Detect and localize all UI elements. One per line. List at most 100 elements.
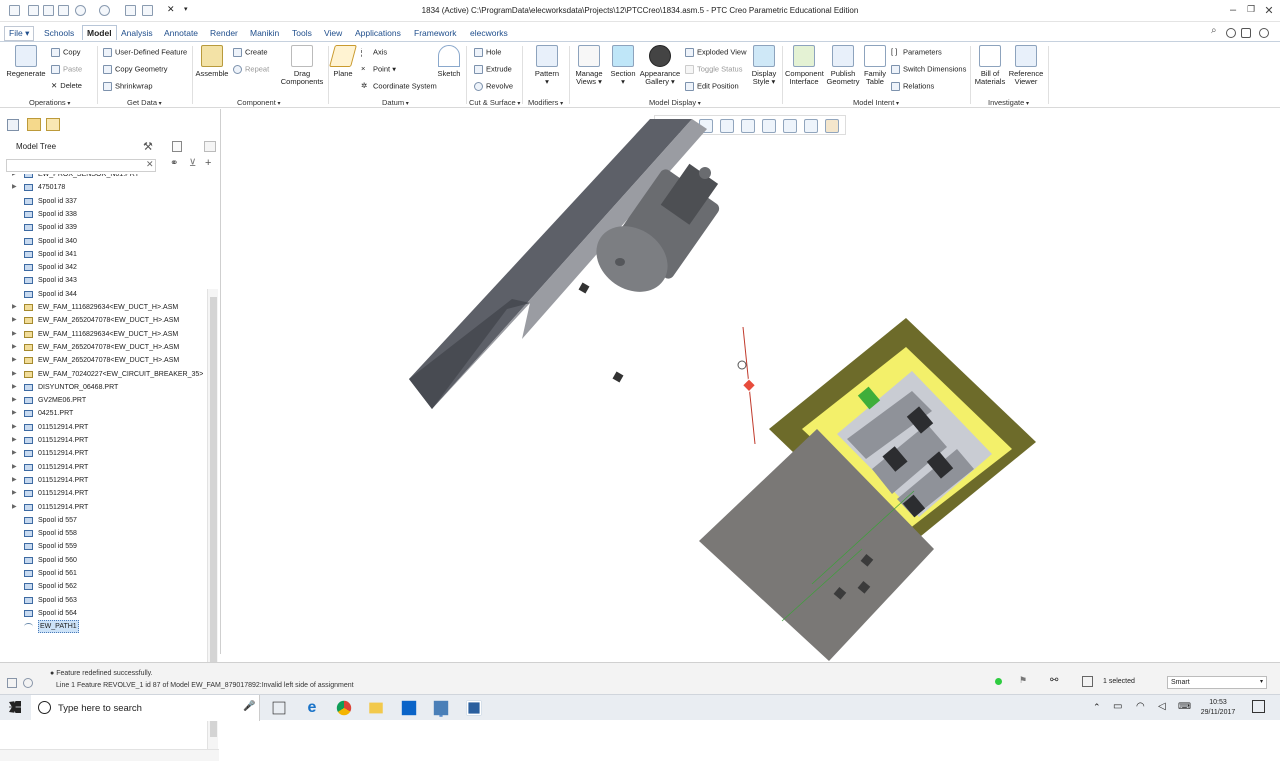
relations-button[interactable]: Relations bbox=[891, 82, 934, 91]
axis-button[interactable]: Axis bbox=[361, 48, 387, 57]
tab-manikin[interactable]: Manikin bbox=[246, 26, 283, 40]
expand-arrow-icon[interactable]: ▶ bbox=[12, 421, 17, 434]
maximize-button[interactable]: ❐ bbox=[1242, 4, 1260, 15]
tree-item[interactable]: Spool id 337 bbox=[0, 195, 207, 208]
tab-view[interactable]: View bbox=[320, 26, 346, 40]
taskbar-search-box[interactable]: Type here to search 🎤 bbox=[31, 695, 260, 721]
tree-item[interactable]: ▶ EW_FAM_2652047078<EW_DUCT_H>.ASM bbox=[0, 341, 207, 354]
exploded-view-button[interactable]: Exploded View bbox=[685, 48, 746, 57]
tree-item[interactable]: Spool id 338 bbox=[0, 208, 207, 221]
wifi-icon[interactable]: ◠ bbox=[1136, 701, 1145, 712]
toggle-navigator-icon[interactable] bbox=[7, 678, 17, 688]
tree-item[interactable]: ▶ 011512914.PRT bbox=[0, 501, 207, 514]
tree-item[interactable]: ▶ 011512914.PRT bbox=[0, 487, 207, 500]
group-model-intent[interactable]: Model Intent bbox=[853, 98, 899, 107]
tree-item[interactable]: Spool id 557 bbox=[0, 514, 207, 527]
group-get-data[interactable]: Get Data bbox=[127, 98, 162, 107]
battery-icon[interactable]: ▭ bbox=[1113, 701, 1122, 712]
notifications-icon[interactable] bbox=[1252, 700, 1265, 713]
group-investigate[interactable]: Investigate bbox=[988, 98, 1029, 107]
expand-arrow-icon[interactable]: ▶ bbox=[12, 328, 17, 341]
tree-item[interactable]: ▶ DISYUNTOR_06468.PRT bbox=[0, 381, 207, 394]
expand-arrow-icon[interactable]: ▶ bbox=[12, 461, 17, 474]
search-icon[interactable]: ⌕ bbox=[1211, 25, 1217, 36]
find-status-icon[interactable]: ⚯ bbox=[1050, 675, 1058, 686]
group-component[interactable]: Component bbox=[237, 98, 280, 107]
group-model-display[interactable]: Model Display bbox=[649, 98, 701, 107]
udf-button[interactable]: User-Defined Feature bbox=[103, 48, 187, 57]
tab-applications[interactable]: Applications bbox=[351, 26, 405, 40]
tree-item[interactable]: ▶ EW_FAM_2652047078<EW_DUCT_H>.ASM bbox=[0, 354, 207, 367]
expand-arrow-icon[interactable]: ▶ bbox=[12, 174, 17, 181]
tree-item[interactable]: Spool id 560 bbox=[0, 554, 207, 567]
tree-item[interactable]: ▶ 011512914.PRT bbox=[0, 461, 207, 474]
paste-button[interactable]: Paste bbox=[51, 65, 82, 74]
tree-item[interactable]: ▶ EW_FAM_1116829634<EW_DUCT_H>.ASM bbox=[0, 301, 207, 314]
group-datum[interactable]: Datum bbox=[382, 98, 409, 107]
hole-button[interactable]: Hole bbox=[474, 48, 501, 57]
tree-columns-icon[interactable] bbox=[204, 141, 216, 152]
selection-icon[interactable] bbox=[1082, 676, 1093, 687]
folder-browser-tab-icon[interactable] bbox=[27, 118, 41, 131]
group-modifiers[interactable]: Modifiers bbox=[528, 98, 563, 107]
tree-item[interactable]: ▶ GV2ME06.PRT bbox=[0, 394, 207, 407]
extrude-button[interactable]: Extrude bbox=[474, 65, 512, 74]
tab-framework[interactable]: Framework bbox=[410, 26, 461, 40]
component-interface-button[interactable]: Component Interface bbox=[785, 45, 824, 86]
delete-button[interactable]: ✕ Delete bbox=[51, 82, 82, 90]
expand-arrow-icon[interactable]: ▶ bbox=[12, 368, 17, 381]
expand-arrow-icon[interactable]: ▶ bbox=[12, 301, 17, 314]
toggle-browser-icon[interactable] bbox=[23, 678, 33, 688]
revolve-button[interactable]: Revolve bbox=[474, 82, 513, 91]
parameters-button[interactable]: [ ] Parameters bbox=[891, 48, 942, 57]
tree-item[interactable]: Spool id 344 bbox=[0, 288, 207, 301]
selection-filter-select[interactable]: Smart ▾ bbox=[1167, 676, 1267, 689]
tree-item[interactable]: Spool id 339 bbox=[0, 221, 207, 234]
tree-item[interactable]: ▶ 011512914.PRT bbox=[0, 474, 207, 487]
tree-search-input[interactable] bbox=[6, 159, 156, 172]
tab-annotate[interactable]: Annotate bbox=[160, 26, 202, 40]
chrome-icon[interactable] bbox=[336, 700, 352, 716]
publish-geometry-button[interactable]: Publish Geometry bbox=[826, 45, 860, 86]
tree-item[interactable]: ▶ EW_FAM_70240227<EW_CIRCUIT_BREAKER_35> bbox=[0, 368, 207, 381]
graphics-area[interactable] bbox=[222, 109, 1280, 661]
tree-item[interactable]: Spool id 341 bbox=[0, 248, 207, 261]
tree-horizontal-scrollbar[interactable] bbox=[0, 749, 219, 761]
expand-arrow-icon[interactable]: ▶ bbox=[12, 381, 17, 394]
task-view-icon[interactable] bbox=[272, 701, 286, 715]
copy-button[interactable]: Copy bbox=[51, 48, 81, 57]
expand-arrow-icon[interactable]: ▶ bbox=[12, 341, 17, 354]
group-cut-surface[interactable]: Cut & Surface bbox=[469, 98, 520, 107]
start-icon[interactable] bbox=[9, 701, 21, 713]
switch-dimensions-button[interactable]: Switch Dimensions bbox=[891, 65, 966, 74]
tree-item[interactable]: ▶ 011512914.PRT bbox=[0, 421, 207, 434]
group-operations[interactable]: Operations bbox=[29, 98, 70, 107]
creo-app-taskbar-icon[interactable] bbox=[466, 700, 482, 716]
tree-item[interactable]: ▶ EW_PROX_SENSOR_N01.PRT bbox=[0, 174, 207, 181]
tree-item[interactable]: ▶ 011512914.PRT bbox=[0, 447, 207, 460]
repeat-button[interactable]: Repeat bbox=[233, 65, 269, 74]
toggle-status-button[interactable]: Toggle Status bbox=[685, 65, 742, 74]
tab-schools[interactable]: Schools bbox=[40, 26, 78, 40]
manage-views-button[interactable]: Manage Views ▾ bbox=[572, 45, 606, 86]
tree-item[interactable]: ▶ EW_FAM_2652047078<EW_DUCT_H>.ASM bbox=[0, 314, 207, 327]
creo-taskbar-icon[interactable] bbox=[433, 700, 449, 716]
plane-button[interactable]: Plane bbox=[329, 45, 357, 78]
tree-item[interactable]: ▶ 4750178 bbox=[0, 181, 207, 194]
tree-item[interactable]: Spool id 558 bbox=[0, 527, 207, 540]
edge-icon[interactable]: e bbox=[303, 699, 321, 717]
minimize-button[interactable]: – bbox=[1224, 4, 1242, 16]
tree-item[interactable]: Spool id 561 bbox=[0, 567, 207, 580]
volume-icon[interactable]: ◁ bbox=[1158, 701, 1166, 712]
model-3d-view[interactable] bbox=[222, 109, 1280, 661]
tree-settings-icon[interactable]: ⚒ bbox=[143, 140, 153, 153]
close-button[interactable]: ✕ bbox=[1260, 4, 1278, 17]
tab-tools[interactable]: Tools bbox=[288, 26, 316, 40]
tab-file[interactable]: File ▾ bbox=[4, 26, 35, 41]
create-button[interactable]: Create bbox=[233, 48, 268, 57]
tree-item[interactable]: Spool id 559 bbox=[0, 540, 207, 553]
tree-item[interactable]: Spool id 343 bbox=[0, 274, 207, 287]
expand-arrow-icon[interactable]: ▶ bbox=[12, 354, 17, 367]
sensor-1[interactable] bbox=[578, 282, 590, 294]
favorites-tab-icon[interactable] bbox=[46, 118, 60, 131]
